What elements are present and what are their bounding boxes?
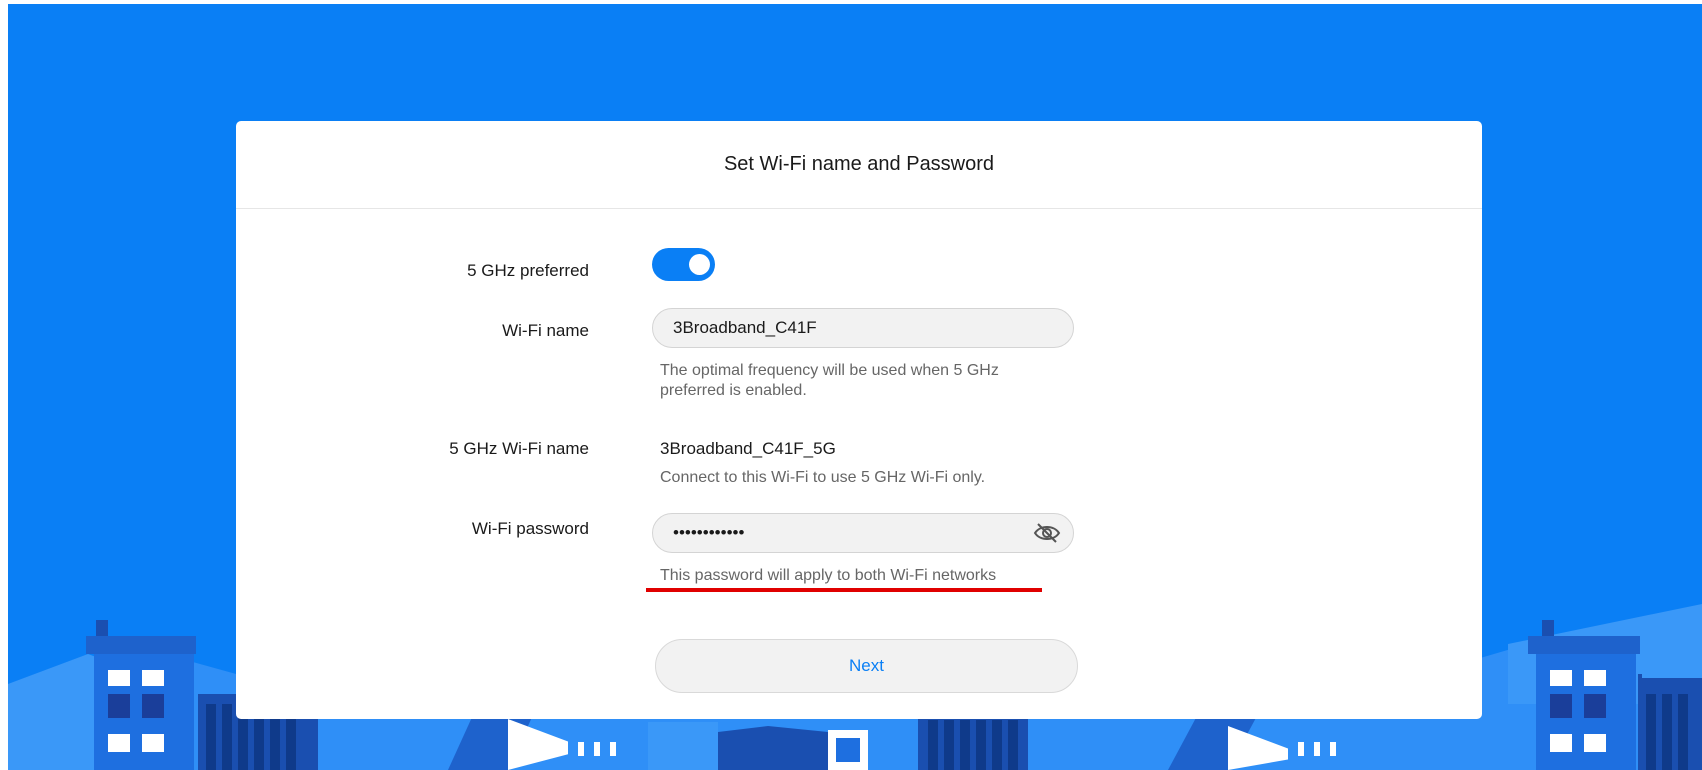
dialog-header: Set Wi-Fi name and Password (236, 121, 1482, 209)
wifi-name-label: Wi-Fi name (502, 321, 589, 340)
wifi-password-hint: This password will apply to both Wi-Fi n… (660, 567, 997, 584)
five-ghz-preferred-label: 5 GHz preferred (467, 261, 589, 280)
wifi-name-field (652, 308, 1074, 348)
next-button[interactable]: Next (655, 639, 1078, 693)
five-ghz-preferred-toggle[interactable] (652, 248, 715, 281)
highlight-underline (646, 588, 1042, 592)
dialog-title: Set Wi-Fi name and Password (723, 153, 995, 175)
wifi-password-label: Wi-Fi password (471, 519, 589, 538)
page-background: Set Wi-Fi name and Password 5 GHz prefer… (8, 4, 1702, 770)
wifi-name-hint-line-1: The optimal frequency will be used when … (660, 362, 999, 379)
wifi-setup-dialog: Set Wi-Fi name and Password 5 GHz prefer… (236, 121, 1482, 719)
toggle-knob (689, 254, 710, 275)
wifi-password-field (652, 513, 1074, 553)
five-ghz-wifi-name-label: 5 GHz Wi-Fi name (449, 439, 589, 458)
wifi-password-input[interactable] (653, 523, 1033, 543)
five-ghz-wifi-name-value: 3Broadband_C41F_5G (660, 439, 836, 458)
wifi-name-input[interactable] (653, 318, 1073, 338)
wifi-name-hint-line-2: preferred is enabled. (660, 382, 807, 399)
wifi-name-hint: The optimal frequency will be used when … (660, 361, 999, 401)
five-ghz-wifi-name-hint: Connect to this Wi-Fi to use 5 GHz Wi-Fi… (660, 469, 986, 486)
eye-slash-icon[interactable] (1033, 521, 1061, 545)
